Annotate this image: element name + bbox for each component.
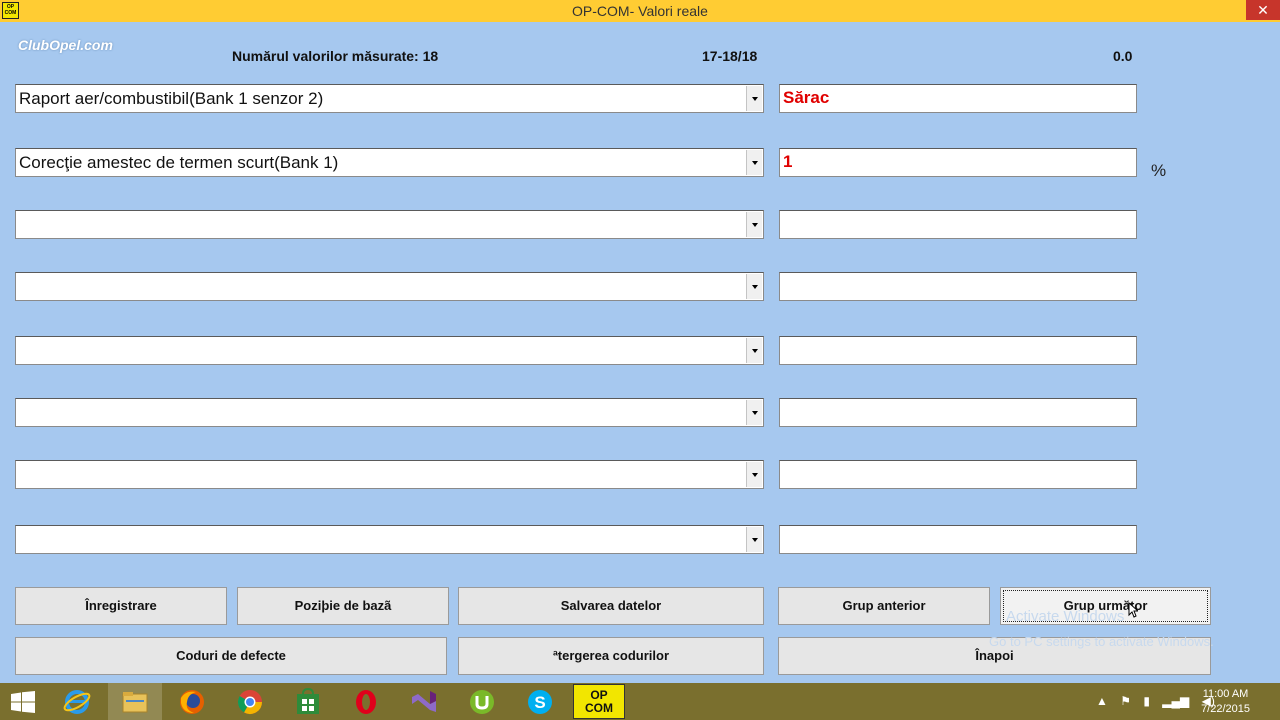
clubopel-watermark-logo: ClubOpel.com — [18, 37, 113, 53]
opera-icon — [356, 690, 376, 714]
internet-explorer-icon — [63, 690, 91, 714]
taskbar-chrome[interactable] — [223, 683, 277, 720]
save-data-button[interactable]: Salvarea datelor — [458, 587, 764, 625]
dropdown-arrow-icon[interactable] — [746, 86, 762, 111]
activate-windows-title: Activate Windows — [1006, 608, 1125, 625]
value-text: Sărac — [783, 88, 830, 107]
dropdown-arrow-icon[interactable] — [746, 338, 762, 363]
chrome-icon — [237, 690, 262, 715]
taskbar-skype[interactable]: S — [513, 683, 567, 720]
taskbar-file-explorer[interactable] — [108, 683, 162, 720]
value-text: 1 — [783, 152, 793, 171]
visual-studio-icon — [412, 691, 436, 712]
previous-group-button[interactable]: Grup anterior — [778, 587, 990, 625]
network-icon[interactable]: ▂▄▆ — [1162, 694, 1189, 708]
clock-time: 11:00 AM — [1202, 688, 1249, 700]
dropdown-arrow-icon[interactable] — [746, 527, 762, 552]
record-button[interactable]: Înregistrare — [15, 587, 227, 625]
value-field-1: Sărac — [779, 84, 1137, 113]
clock-date: 7/22/2015 — [1201, 703, 1250, 715]
store-icon — [297, 688, 319, 714]
firefox-icon — [180, 690, 204, 714]
taskbar: S OP COM ▲ ⚑ ▮ ▂▄▆ ◀) 11:00 AM 7/22/2015 — [0, 683, 1280, 720]
value-field-8 — [779, 525, 1137, 554]
taskbar-store[interactable] — [281, 683, 335, 720]
value-field-3 — [779, 210, 1137, 239]
dropdown-arrow-icon[interactable] — [746, 212, 762, 237]
group-range: 17-18/18 — [702, 48, 758, 64]
utorrent-icon — [470, 690, 494, 714]
parameter-select-text: Corecţie amestec de termen scurt(Bank 1) — [19, 153, 339, 172]
taskbar-opcom[interactable]: OP COM — [573, 684, 625, 719]
parameter-select-3[interactable] — [15, 210, 764, 239]
fault-codes-button[interactable]: Coduri de defecte — [15, 637, 447, 675]
taskbar-internet-explorer[interactable] — [50, 683, 104, 720]
mouse-cursor-icon — [1128, 602, 1138, 618]
unit-label-2: % — [1151, 161, 1167, 180]
taskbar-visual-studio[interactable] — [397, 683, 451, 720]
value-field-2: 1 — [779, 148, 1137, 177]
measured-values-count: Numărul valorilor măsurate: 18 — [232, 48, 439, 64]
taskbar-opera[interactable] — [339, 683, 393, 720]
title-bar: OP COM OP-COM- Valori reale ✕ — [0, 0, 1280, 22]
dropdown-arrow-icon[interactable] — [746, 400, 762, 425]
battery-icon[interactable]: ▮ — [1143, 694, 1150, 708]
window-title: OP-COM- Valori reale — [572, 3, 708, 19]
dropdown-arrow-icon[interactable] — [746, 274, 762, 299]
taskbar-utorrent[interactable] — [455, 683, 509, 720]
clear-codes-button[interactable]: ªtergerea codurilor — [458, 637, 764, 675]
skype-icon: S — [528, 690, 552, 714]
taskbar-clock[interactable]: 11:00 AM 7/22/2015 — [1201, 687, 1250, 717]
windows-start-icon[interactable] — [11, 691, 35, 713]
activate-windows-subtitle: Go to PC settings to activate Windows. — [989, 634, 1214, 649]
svg-text:S: S — [534, 693, 545, 712]
dropdown-arrow-icon[interactable] — [746, 462, 762, 487]
parameter-select-text: Raport aer/combustibil(Bank 1 senzor 2) — [19, 89, 324, 108]
value-field-7 — [779, 460, 1137, 489]
value-field-4 — [779, 272, 1137, 301]
close-button[interactable]: ✕ — [1246, 0, 1280, 20]
value-field-5 — [779, 336, 1137, 365]
parameter-select-5[interactable] — [15, 336, 764, 365]
base-position-button[interactable]: Poziþie de bazã — [237, 587, 449, 625]
parameter-select-8[interactable] — [15, 525, 764, 554]
taskbar-firefox[interactable] — [165, 683, 219, 720]
parameter-select-4[interactable] — [15, 272, 764, 301]
parameter-select-2[interactable]: Corecţie amestec de termen scurt(Bank 1) — [15, 148, 764, 177]
parameter-select-1[interactable]: Raport aer/combustibil(Bank 1 senzor 2) — [15, 84, 764, 113]
value-field-6 — [779, 398, 1137, 427]
action-center-flag-icon[interactable]: ⚑ — [1120, 694, 1131, 708]
header-value: 0.0 — [1113, 48, 1133, 64]
parameter-select-7[interactable] — [15, 460, 764, 489]
show-hidden-icons-icon[interactable]: ▲ — [1096, 694, 1108, 708]
file-explorer-icon — [122, 692, 148, 713]
dropdown-arrow-icon[interactable] — [746, 150, 762, 175]
parameter-select-6[interactable] — [15, 398, 764, 427]
